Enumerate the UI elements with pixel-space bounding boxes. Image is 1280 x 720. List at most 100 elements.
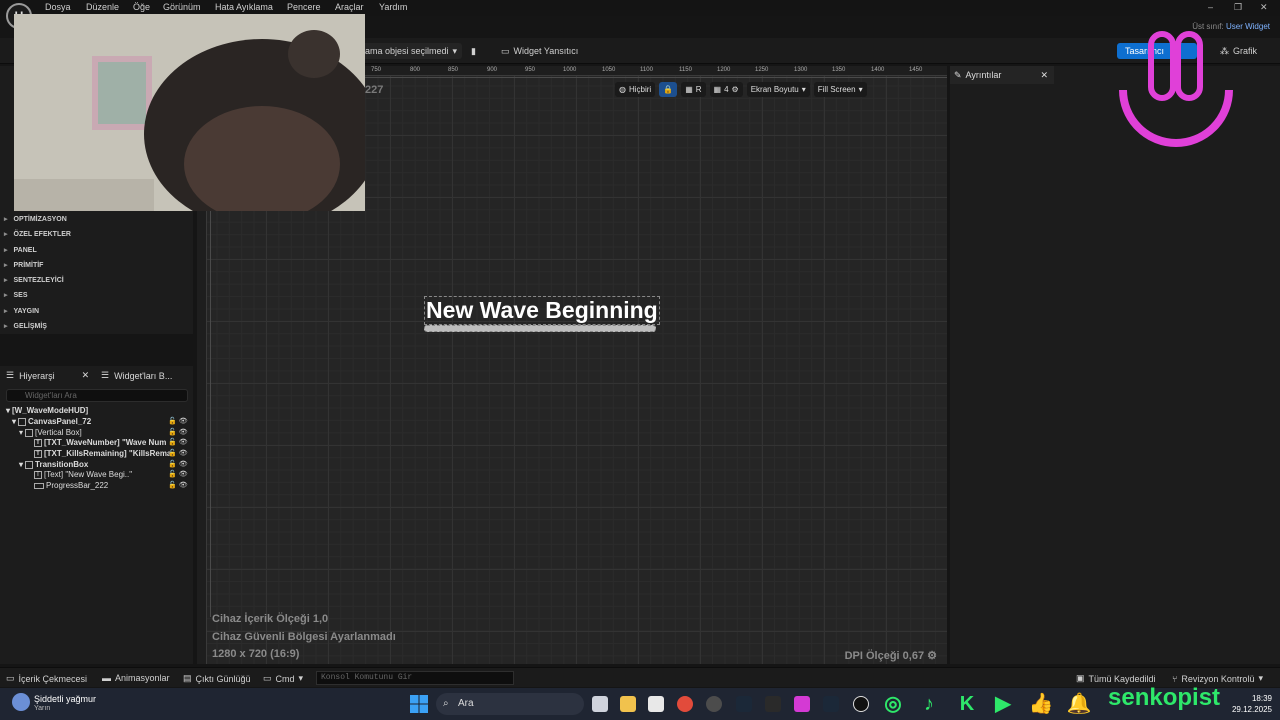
steam-icon[interactable] <box>736 696 752 712</box>
chrome-icon[interactable] <box>677 696 693 712</box>
tab-widget-bindings[interactable]: ☰ Widget'ları B... <box>101 370 172 381</box>
chevron-down-icon: ▾ <box>801 84 806 94</box>
tree-node[interactable]: ▾ [Vertical Box] <box>19 428 82 437</box>
lock-eye-icon[interactable]: 🔓👁 <box>168 470 190 478</box>
film-icon: ▬ <box>102 673 111 683</box>
menu-tools[interactable]: Araçlar <box>335 2 364 12</box>
minimize-icon[interactable]: – <box>1208 2 1213 12</box>
store-icon[interactable] <box>648 696 664 712</box>
fill-screen-label: Fill Screen <box>817 84 856 94</box>
respect-locks-toggle[interactable]: ▦ R <box>681 81 706 97</box>
palette-category[interactable]: ▸ YAYGIN <box>4 307 39 315</box>
console-input[interactable]: Konsol Komutunu Gir <box>316 671 514 685</box>
weather-title[interactable]: Şiddetli yağmur <box>34 694 96 704</box>
chevron-down-icon: ▾ <box>452 45 458 56</box>
smiley-overlay-icon <box>1119 31 1233 147</box>
steam-icon-2[interactable] <box>823 696 839 712</box>
weather-icon[interactable] <box>12 693 30 711</box>
menu-file[interactable]: Dosya <box>45 2 71 12</box>
search-icon: ⌕ <box>443 698 449 709</box>
lock-icon: 🔒 <box>663 84 674 94</box>
screen-size-dropdown[interactable]: Ekran Boyutu ▾ <box>746 81 810 97</box>
palette-category[interactable]: ▸ PRİMİTİF <box>4 261 43 269</box>
tree-node[interactable]: T [Text] "New Wave Begi.." <box>34 470 132 479</box>
chevron-right-icon: ▸ <box>4 323 8 330</box>
cmd-dropdown[interactable]: ▭ Cmd ▾ <box>263 673 303 684</box>
r-label: R <box>695 84 702 94</box>
tiktok-icon: ♪ <box>924 693 934 715</box>
menu-window[interactable]: Pencere <box>287 2 321 12</box>
tab-widget-bindings-label: Widget'ları B... <box>114 370 173 381</box>
lock-eye-icon[interactable]: 🔓👁 <box>168 481 190 489</box>
category-label: GELİŞMİŞ <box>13 323 47 330</box>
animations-button[interactable]: ▬ Animasyonlar <box>102 673 170 683</box>
palette-category[interactable]: ▸ SENTEZLEYİCİ <box>4 276 64 284</box>
tree-node[interactable]: T [TXT_KillsRemaining] "KillsRema <box>34 449 171 458</box>
menu-asset[interactable]: Öğe <box>133 2 150 12</box>
github-icon[interactable] <box>706 696 722 712</box>
chevron-right-icon: ▸ <box>4 247 8 254</box>
lock-eye-icon[interactable]: 🔓👁 <box>168 449 190 457</box>
save-all-button[interactable]: ▣ Tümü Kaydedildi <box>1076 673 1156 684</box>
lock-toggle[interactable]: 🔒 <box>659 81 678 97</box>
like-icon: 👍 <box>1028 693 1054 715</box>
menu-help[interactable]: Yardım <box>379 2 407 12</box>
output-log-button[interactable]: ▤ Çıktı Günlüğü <box>183 673 251 684</box>
progress-bar-icon <box>34 482 44 489</box>
localization-preview-button[interactable]: ◍ Hiçbiri <box>615 81 656 97</box>
lock-eye-icon[interactable]: 🔓👁 <box>168 428 190 436</box>
menu-debug[interactable]: Hata Ayıklama <box>215 2 273 12</box>
vertical-box-icon <box>25 460 34 469</box>
grid-snap-toggle[interactable]: ▦ 4 ⚙ <box>709 81 743 97</box>
hierarchy-panel: ☰ Hiyerarşi ✕ ☰ Widget'ları B... Widget'lar… <box>0 366 193 664</box>
chevron-down-icon: ▾ <box>1258 673 1263 683</box>
animations-label: Animasyonlar <box>115 673 170 683</box>
windows-start-icon[interactable] <box>410 695 428 713</box>
palette-category[interactable]: ▸ OPTİMİZASYON <box>4 215 67 223</box>
close-icon[interactable]: ✕ <box>82 370 90 381</box>
menu-edit[interactable]: Düzenle <box>86 2 119 12</box>
tree-node[interactable]: T [TXT_WaveNumber] "Wave Num <box>34 438 166 447</box>
palette-category[interactable]: ▸ ÖZEL EFEKTLER <box>4 230 71 238</box>
save-all-label: Tümü Kaydedildi <box>1088 673 1156 684</box>
safe-zone-info: Cihaz Güvenli Bölgesi Ayarlanmadı <box>212 631 396 643</box>
tree-node[interactable]: ▾ CanvasPanel_72 <box>12 417 91 426</box>
ruler-label: 1400 <box>871 67 885 73</box>
tree-node-label: [Text] "New Wave Begi.." <box>44 470 133 479</box>
tab-details[interactable]: ✎ Ayrıntılar ✕ <box>950 66 1054 84</box>
palette-category[interactable]: ▸ GELİŞMİŞ <box>4 322 47 330</box>
tree-node[interactable]: ▾ [W_WaveModeHUD] <box>6 406 88 415</box>
widget-reflector-button[interactable]: ▭ Widget Yansıtıcı <box>496 43 583 59</box>
palette-category[interactable]: ▸ SES <box>4 291 28 299</box>
gear-icon[interactable]: ⚙ <box>927 650 937 662</box>
close-icon[interactable]: ✕ <box>1260 2 1268 13</box>
app-icon[interactable] <box>794 696 810 712</box>
taskbar-search[interactable]: ⌕ Ara <box>436 693 584 715</box>
tab-hierarchy[interactable]: ☰ Hiyerarşi ✕ <box>6 370 89 381</box>
lock-eye-icon[interactable]: 🔓👁 <box>168 438 190 446</box>
system-clock[interactable]: 18:39 29.12.2025 <box>1232 693 1272 715</box>
task-view-icon[interactable] <box>592 696 608 712</box>
lock-eye-icon[interactable]: 🔓👁 <box>168 417 190 425</box>
text-icon: T <box>34 470 42 479</box>
lock-eye-icon[interactable]: 🔓👁 <box>168 460 190 468</box>
ruler-label: 1000 <box>563 67 577 73</box>
palette-category[interactable]: ▸ PANEL <box>4 246 37 254</box>
revision-control-button[interactable]: ⑂ Revizyon Kontrolü ▾ <box>1172 673 1263 684</box>
file-explorer-icon[interactable] <box>620 696 636 712</box>
wave-text-widget[interactable]: New Wave Beginning <box>424 296 660 325</box>
tree-node[interactable]: ▾ TransitionBox <box>19 460 88 469</box>
browse-icon[interactable]: ▮ <box>466 43 481 59</box>
tree-node[interactable]: ProgressBar_222 <box>34 481 108 490</box>
menu-view[interactable]: Görünüm <box>163 2 201 12</box>
fill-screen-dropdown[interactable]: Fill Screen ▾ <box>813 81 867 97</box>
unreal-engine-icon[interactable] <box>853 696 869 712</box>
epic-games-icon[interactable] <box>765 696 781 712</box>
maximize-icon[interactable]: ❐ <box>1234 2 1242 13</box>
dpi-scale: DPI Ölçeği 0,67 ⚙ <box>845 649 937 662</box>
content-drawer-button[interactable]: ▭ İçerik Çekmecesi <box>6 673 87 684</box>
close-icon[interactable]: ✕ <box>1040 70 1048 81</box>
hierarchy-search-input[interactable]: Widget'ları Ara <box>6 389 188 402</box>
progress-bar-widget[interactable] <box>424 325 656 332</box>
debug-object-dropdown[interactable]: ama objesi seçilmedi ▾ <box>360 43 463 59</box>
